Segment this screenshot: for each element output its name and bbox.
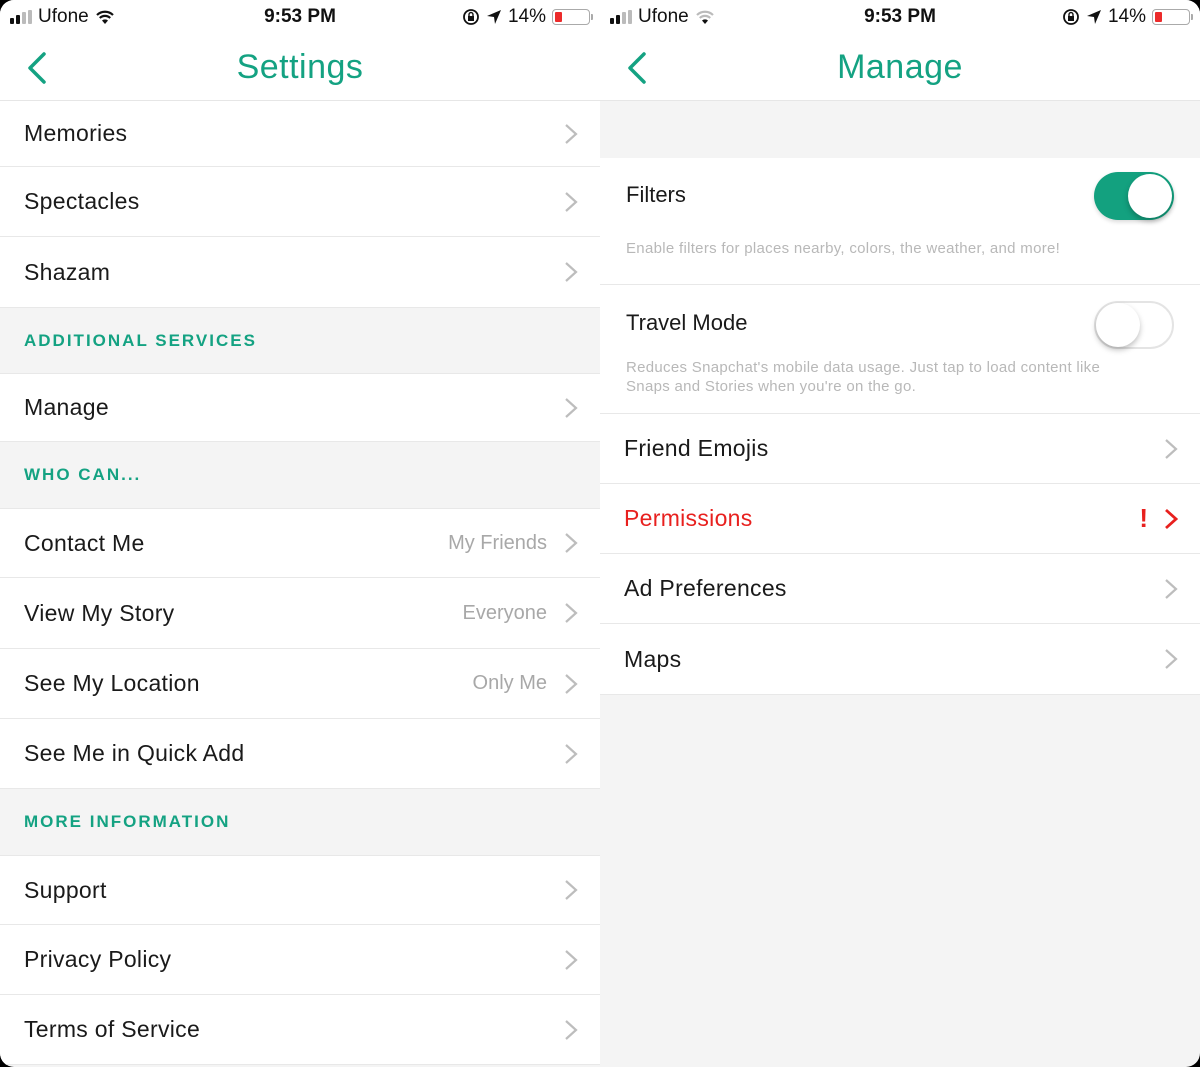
chevron-right-icon bbox=[1165, 438, 1178, 459]
settings-item-contact-me[interactable]: Contact Me My Friends bbox=[0, 509, 600, 578]
location-arrow-icon bbox=[1086, 10, 1101, 24]
item-label: Shazam bbox=[24, 258, 111, 285]
settings-screen: Ufone 9:53 PM 14% Settings Memories Spec… bbox=[0, 0, 600, 1067]
section-header-more-information: MORE INFORMATION bbox=[0, 789, 600, 856]
chevron-right-icon bbox=[565, 880, 578, 900]
settings-item-see-my-location[interactable]: See My Location Only Me bbox=[0, 649, 600, 719]
manage-item-ad-preferences[interactable]: Ad Preferences bbox=[600, 554, 1200, 624]
settings-item-spectacles[interactable]: Spectacles bbox=[0, 167, 600, 237]
toggle-label: Filters bbox=[626, 182, 686, 207]
settings-item-manage[interactable]: Manage bbox=[0, 374, 600, 442]
chevron-right-icon bbox=[565, 949, 578, 970]
chevron-right-icon bbox=[565, 743, 578, 764]
settings-item-shazam[interactable]: Shazam bbox=[0, 237, 600, 308]
chevron-right-icon bbox=[565, 533, 578, 553]
item-label: See My Location bbox=[24, 670, 200, 696]
item-value: My Friends bbox=[448, 531, 547, 554]
section-header-who-can: WHO CAN... bbox=[0, 442, 600, 509]
chevron-right-icon bbox=[565, 1019, 578, 1040]
chevron-right-icon bbox=[1165, 578, 1178, 599]
filters-toggle[interactable] bbox=[1094, 172, 1174, 220]
location-arrow-icon bbox=[486, 10, 501, 24]
settings-item-support[interactable]: Support bbox=[0, 856, 600, 925]
item-label: Friend Emojis bbox=[624, 435, 769, 461]
chevron-right-icon bbox=[565, 603, 578, 623]
toggle-description: Enable filters for places nearby, colors… bbox=[626, 240, 1061, 257]
status-bar: Ufone 9:53 PM 14% bbox=[600, 0, 1200, 34]
rotation-lock-icon bbox=[463, 9, 479, 25]
item-label: Privacy Policy bbox=[24, 946, 172, 972]
settings-navbar: Settings bbox=[0, 34, 600, 101]
item-label: View My Story bbox=[24, 599, 175, 626]
top-spacer bbox=[600, 101, 1200, 158]
toggle-description: Reduces Snapchat's mobile data usage. Ju… bbox=[626, 359, 1101, 395]
toggle-row-travel-mode: Travel Mode Reduces Snapchat's mobile da… bbox=[600, 285, 1200, 414]
toggle-knob bbox=[1128, 174, 1172, 218]
settings-item-privacy-policy[interactable]: Privacy Policy bbox=[0, 925, 600, 995]
item-label: Spectacles bbox=[24, 188, 140, 214]
chevron-right-icon bbox=[565, 397, 578, 418]
alert-icon: ! bbox=[1139, 503, 1148, 533]
chevron-right-icon bbox=[1165, 508, 1178, 529]
item-label: Maps bbox=[624, 645, 682, 672]
chevron-right-icon bbox=[565, 123, 578, 144]
item-label: See Me in Quick Add bbox=[24, 740, 245, 766]
page-title: Settings bbox=[236, 48, 364, 86]
toggle-label: Travel Mode bbox=[626, 310, 748, 335]
travel-mode-toggle[interactable] bbox=[1094, 301, 1174, 349]
chevron-right-icon bbox=[565, 262, 578, 282]
item-label: Contact Me bbox=[24, 529, 145, 556]
manage-navbar: Manage bbox=[600, 34, 1200, 101]
toggle-row-filters: Filters Enable filters for places nearby… bbox=[600, 158, 1200, 285]
item-value: Only Me bbox=[472, 672, 547, 694]
settings-item-see-me-in-quick-add[interactable]: See Me in Quick Add bbox=[0, 719, 600, 789]
rotation-lock-icon bbox=[1063, 9, 1079, 25]
manage-item-permissions[interactable]: Permissions ! bbox=[600, 484, 1200, 554]
section-header-additional-services: ADDITIONAL SERVICES bbox=[0, 308, 600, 374]
item-label: Manage bbox=[24, 394, 109, 420]
toggle-knob bbox=[1096, 303, 1140, 347]
manage-item-friend-emojis[interactable]: Friend Emojis bbox=[600, 414, 1200, 484]
item-label: Support bbox=[24, 876, 107, 903]
battery-icon bbox=[1152, 9, 1193, 25]
battery-percent: 14% bbox=[507, 6, 546, 27]
item-label: Permissions bbox=[624, 505, 753, 531]
status-bar: Ufone 9:53 PM 14% bbox=[0, 0, 600, 34]
settings-item-memories[interactable]: Memories bbox=[0, 101, 600, 167]
item-label: Memories bbox=[24, 120, 128, 146]
item-value: Everyone bbox=[462, 601, 548, 624]
item-label: Terms of Service bbox=[24, 1016, 201, 1042]
chevron-right-icon bbox=[565, 191, 578, 212]
chevron-right-icon bbox=[565, 673, 578, 694]
settings-item-view-my-story[interactable]: View My Story Everyone bbox=[0, 578, 600, 649]
page-title: Manage bbox=[837, 48, 963, 86]
battery-icon bbox=[552, 9, 593, 25]
settings-item-terms-of-service[interactable]: Terms of Service bbox=[0, 995, 600, 1065]
chevron-right-icon bbox=[1165, 649, 1178, 669]
manage-screen: Ufone 9:53 PM 14% Manage Filters Enable … bbox=[600, 0, 1200, 1067]
item-label: Ad Preferences bbox=[624, 575, 787, 601]
settings-list: Memories Spectacles Shazam ADDITIONAL SE… bbox=[0, 101, 600, 1065]
manage-item-maps[interactable]: Maps bbox=[600, 624, 1200, 695]
battery-percent: 14% bbox=[1107, 6, 1146, 27]
